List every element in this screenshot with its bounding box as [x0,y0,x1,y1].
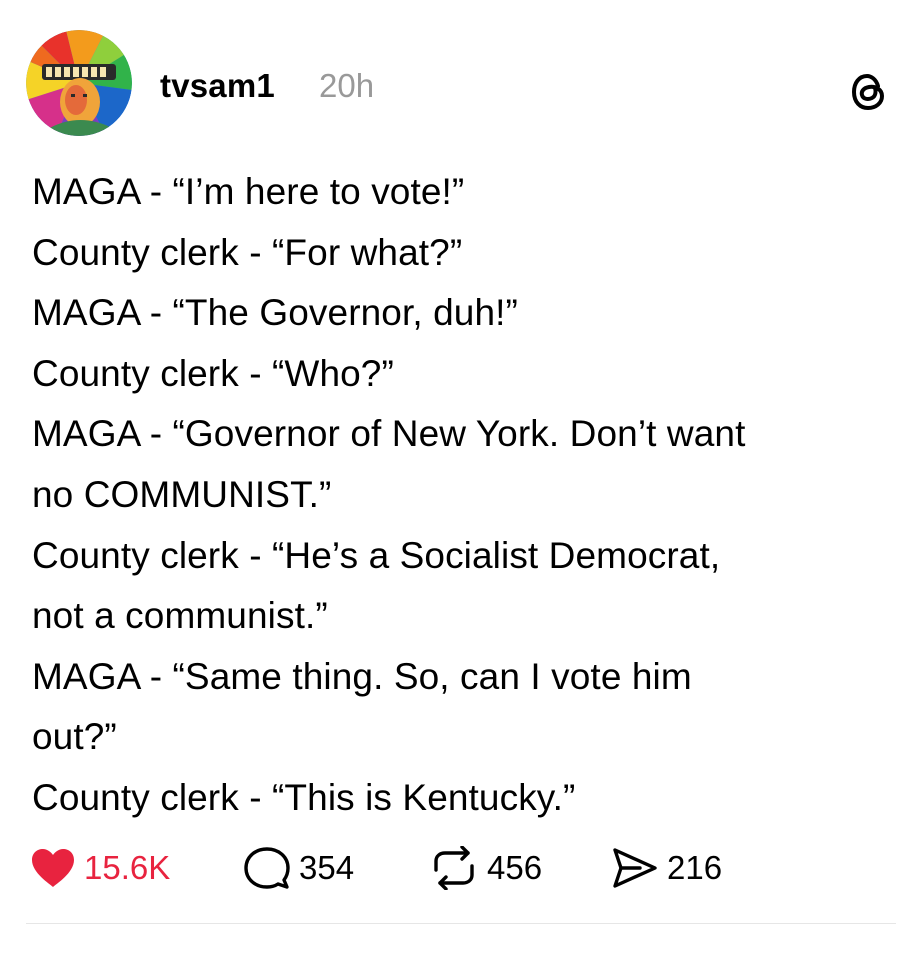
post-line: no COMMUNIST.” [32,473,332,515]
repost-icon [434,846,474,890]
send-icon [613,848,657,888]
like-button[interactable]: 15.6K [30,842,170,894]
post-line: County clerk - “For what?” [32,231,463,273]
reply-count: 354 [299,849,355,886]
post-divider [26,923,896,924]
share-count: 216 [667,849,723,886]
like-count: 15.6K [84,849,171,886]
username[interactable]: tvsam1 [160,64,275,108]
post-line: County clerk - “This is Kentucky.” [32,776,576,818]
reply-button[interactable]: 354 [244,842,354,894]
avatar[interactable] [26,30,132,136]
post-line: County clerk - “He’s a Socialist Democra… [32,534,721,576]
post-line: out?” [32,716,117,758]
threads-logo-icon[interactable] [851,72,887,112]
post-line: not a communist.” [32,595,328,637]
avatar-image [26,30,132,136]
post-line: MAGA - “I’m here to vote!” [32,171,465,212]
post-line: MAGA - “The Governor, duh!” [32,292,518,334]
post-actions: 15.6K 354 456 216 [30,842,910,894]
post-text: MAGA - “I’m here to vote!” County clerk … [32,162,902,829]
repost-count: 456 [487,849,543,886]
post-line: MAGA - “Same thing. So, can I vote him [32,655,692,697]
repost-button[interactable]: 456 [430,842,542,894]
heart-icon [32,849,74,887]
post-line: MAGA - “Governor of New York. Don’t want [32,413,746,455]
post-timestamp: 20h [319,67,375,104]
share-button[interactable]: 216 [612,842,722,894]
comment-bubble-icon [244,847,290,889]
post-line: County clerk - “Who?” [32,352,394,394]
